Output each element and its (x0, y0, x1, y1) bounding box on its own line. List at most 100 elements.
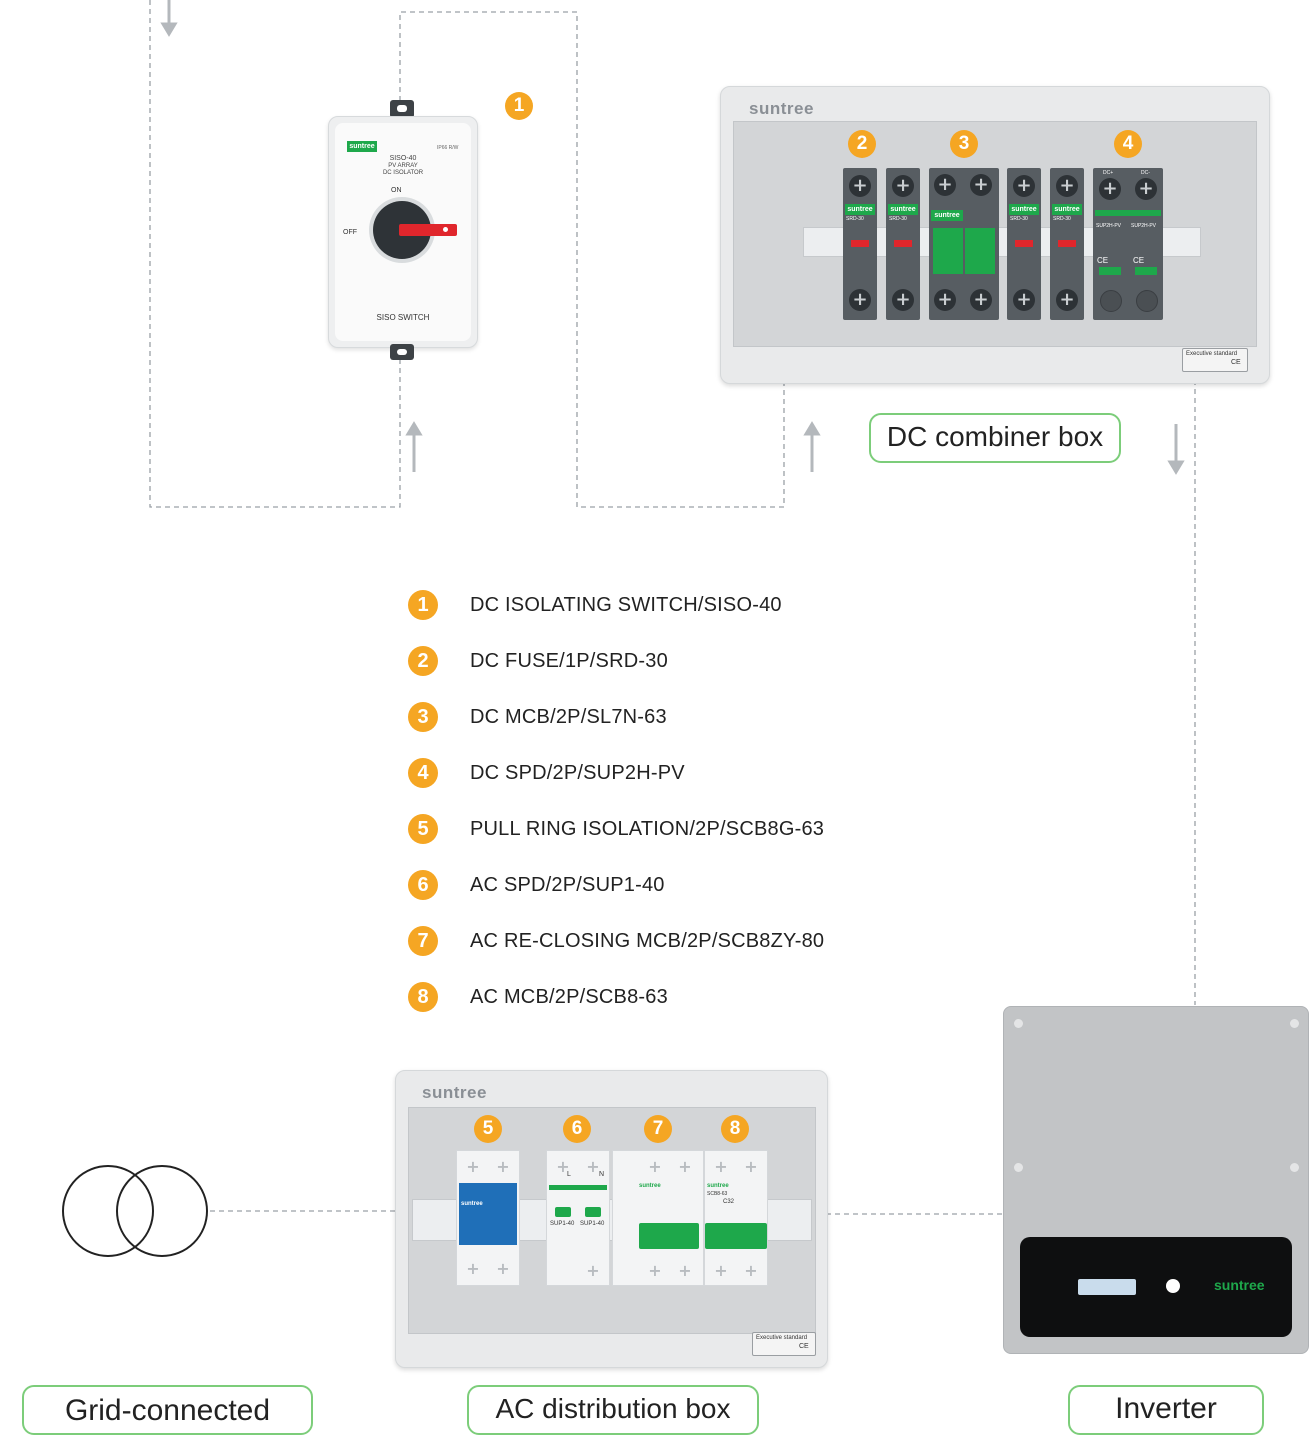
legend-text: AC MCB/2P/SCB8-63 (470, 985, 668, 1008)
legend-text: DC MCB/2P/SL7N-63 (470, 705, 667, 728)
reclosing-toggle[interactable] (639, 1223, 699, 1249)
terminal-screw-icon: + (970, 174, 992, 196)
legend-badge: 3 (408, 702, 438, 732)
rotary-handle[interactable] (399, 224, 457, 236)
siso-switch: suntree IP66 R/W SISO-40 PV ARRAY DC ISO… (328, 100, 478, 360)
inverter-brand: suntree (1214, 1277, 1265, 1293)
terminal-screw-icon: + (714, 1157, 728, 1176)
terminal-screw-icon: + (934, 289, 956, 311)
legend-text: AC SPD/2P/SUP1-40 (470, 873, 665, 896)
spd-model-right: SUP2H-PV (1131, 223, 1157, 229)
standard-ce: CE (1231, 359, 1241, 366)
legend-text: DC SPD/2P/SUP2H-PV (470, 761, 685, 784)
terminal-screw-icon: + (648, 1261, 662, 1280)
ac-standard-label: Executive standard (756, 1335, 808, 1341)
ac-spd: + + L N SUP1-40 SUP1-40 + (546, 1150, 610, 1286)
inverter-screw (1290, 1019, 1299, 1028)
isolator-blue-body (459, 1183, 517, 1245)
terminal-screw-icon: + (496, 1259, 510, 1278)
callout-badge-4: 4 (1114, 130, 1142, 158)
fuse-model: SRD-30 (1010, 216, 1028, 222)
brand-label: suntree (347, 141, 377, 152)
arrow-down-icon (160, 0, 178, 37)
legend-text: AC RE-CLOSING MCB/2P/SCB8ZY-80 (470, 929, 825, 952)
legend-item-2: 2 DC FUSE/1P/SRD-30 (408, 645, 668, 677)
legend-badge: 4 (408, 758, 438, 788)
grid-connected-label: Grid-connected (22, 1385, 313, 1435)
inverter-display (1078, 1279, 1136, 1295)
mcb-toggle-right[interactable] (965, 228, 995, 274)
terminal-screw-icon: + (892, 289, 914, 311)
mcb-toggle-left[interactable] (933, 228, 963, 274)
dc-fuse-3: + suntree SRD-30 + (1007, 168, 1041, 320)
switch-body: suntree IP66 R/W SISO-40 PV ARRAY DC ISO… (328, 116, 478, 348)
legend-badge: 2 (408, 646, 438, 676)
legend-text: DC FUSE/1P/SRD-30 (470, 649, 668, 672)
terminal-screw-icon: + (1135, 178, 1157, 200)
spd-model-left: SUP2H-PV (1096, 223, 1122, 229)
ac-distribution-label: AC distribution box (467, 1385, 759, 1435)
legend-badge: 7 (408, 926, 438, 956)
spd-terminal-n: N (599, 1171, 605, 1178)
fuse-indicator (894, 240, 912, 247)
terminal-screw-icon: + (1013, 289, 1035, 311)
callout-badge-5: 5 (474, 1115, 502, 1143)
mcb-brand: suntree (707, 1183, 729, 1189)
spd-terminal-minus: DC- (1141, 170, 1150, 176)
inverter-label: Inverter (1068, 1385, 1264, 1435)
spd-terminal-plus: DC+ (1103, 170, 1114, 176)
executive-standard-plate: Executive standard CE (1182, 348, 1248, 372)
mount-tab-bottom (390, 344, 414, 360)
terminal-screw-icon: + (1056, 175, 1078, 197)
mcb-brand: suntree (931, 210, 963, 221)
pull-ring-isolator: + + suntree + + (456, 1150, 520, 1286)
legend-item-7: 7 AC RE-CLOSING MCB/2P/SCB8ZY-80 (408, 925, 824, 957)
reclosing-brand: suntree (639, 1183, 661, 1189)
terminal-screw-icon: + (1099, 178, 1121, 200)
mcb-toggle[interactable] (705, 1223, 767, 1249)
terminal-screw-icon: + (970, 289, 992, 311)
spd-model: SUP1-40 (580, 1221, 605, 1227)
inverter-label-text: Inverter (1115, 1392, 1217, 1425)
legend-badge: 5 (408, 814, 438, 844)
inverter-screw (1014, 1163, 1023, 1172)
dc-mcb-2p: + + suntree + + (929, 168, 999, 320)
terminal-screw-icon: + (934, 174, 956, 196)
terminal-screw-icon: + (586, 1261, 600, 1280)
spd-terminal-cap (1136, 290, 1158, 312)
dc-fuse-2: + suntree SRD-30 + (886, 168, 920, 320)
on-label: ON (391, 187, 402, 194)
legend-badge: 1 (408, 590, 438, 620)
legend-text: PULL RING ISOLATION/2P/SCB8G-63 (470, 817, 825, 840)
switch-name-label: SISO SWITCH (376, 313, 430, 322)
ac-box-brand: suntree (422, 1083, 487, 1102)
spd-terminal-cap (1100, 290, 1122, 312)
spd-indicator-right (1135, 267, 1157, 275)
callout-badge-1: 1 (505, 92, 533, 120)
fuse-brand: suntree (845, 204, 875, 215)
ce-mark: CE (1133, 256, 1145, 265)
dc-isolator-label: DC ISOLATOR (382, 170, 424, 176)
inverter-screw (1014, 1019, 1023, 1028)
legend-text: DC ISOLATING SWITCH/SISO-40 (470, 593, 782, 616)
spd-green-bar (549, 1185, 607, 1190)
spd-indicator-left (1099, 267, 1121, 275)
terminal-screw-icon: + (466, 1259, 480, 1278)
fuse-brand: suntree (1052, 204, 1082, 215)
legend-item-4: 4 DC SPD/2P/SUP2H-PV (408, 757, 685, 789)
callout-badge-2: 2 (848, 130, 876, 158)
power-button-icon[interactable] (1166, 1279, 1180, 1293)
transformer-icon (62, 1165, 208, 1257)
inverter-front-panel: suntree (1020, 1237, 1292, 1337)
fuse-indicator (1058, 240, 1076, 247)
fuse-model: SRD-30 (889, 216, 907, 222)
dc-spd: DC+ DC- + + SUP2H-PV SUP2H-PV CE CE (1093, 168, 1163, 320)
ac-reclosing-mcb: + + suntree + + (612, 1150, 704, 1286)
dc-combiner-label-text: DC combiner box (886, 421, 1104, 452)
arrow-up-icon (803, 421, 821, 472)
callout-badge-3: 3 (950, 130, 978, 158)
terminal-screw-icon: + (744, 1261, 758, 1280)
inverter: suntree (1003, 1006, 1309, 1354)
grid-connected-label-text: Grid-connected (64, 1394, 271, 1427)
terminal-screw-icon: + (1056, 289, 1078, 311)
